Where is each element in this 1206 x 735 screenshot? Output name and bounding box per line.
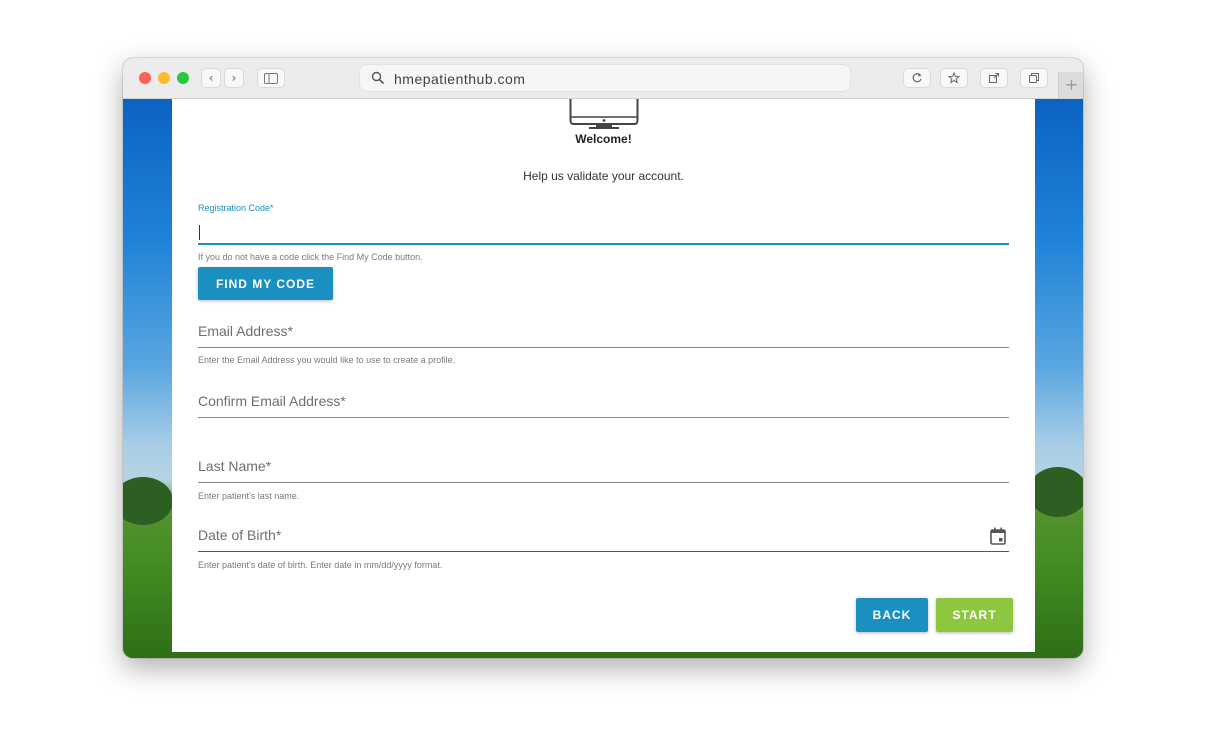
- dob-placeholder: Date of Birth*: [198, 527, 282, 543]
- share-button[interactable]: [980, 68, 1008, 88]
- dob-underline: [198, 551, 1009, 552]
- dob-hint: Enter patient's date of birth. Enter dat…: [198, 560, 443, 570]
- start-button[interactable]: START: [936, 598, 1013, 632]
- confirm-email-underline: [198, 417, 1009, 418]
- welcome-heading: Welcome!: [575, 132, 632, 146]
- bookmark-button[interactable]: [940, 68, 968, 88]
- confirm-email-field[interactable]: Confirm Email Address*: [198, 391, 1009, 421]
- back-nav-button[interactable]: ‹: [201, 68, 221, 88]
- text-cursor: [199, 225, 200, 240]
- search-icon: [371, 71, 385, 85]
- email-underline: [198, 347, 1009, 348]
- minimize-window-button[interactable]: [158, 72, 170, 84]
- email-hint: Enter the Email Address you would like t…: [198, 355, 456, 365]
- background-tree: [123, 477, 173, 525]
- registration-code-field[interactable]: Registration Code*: [198, 203, 1009, 245]
- reload-icon: [912, 73, 922, 83]
- dob-field[interactable]: Date of Birth*: [198, 525, 1009, 555]
- registration-code-underline: [198, 243, 1009, 245]
- new-tab-button[interactable]: +: [1058, 72, 1083, 98]
- browser-toolbar: ‹ › hmepatienthub.com +: [123, 58, 1083, 99]
- back-button[interactable]: BACK: [856, 598, 928, 632]
- last-name-hint: Enter patient's last name.: [198, 491, 300, 501]
- email-field[interactable]: Email Address*: [198, 321, 1009, 351]
- sidebar-icon: [264, 72, 278, 84]
- address-bar[interactable]: hmepatienthub.com: [359, 64, 851, 92]
- star-icon: [948, 72, 960, 84]
- last-name-field[interactable]: Last Name*: [198, 456, 1009, 486]
- page-subtitle: Help us validate your account.: [523, 169, 684, 183]
- forward-nav-button[interactable]: ›: [224, 68, 244, 88]
- zoom-window-button[interactable]: [177, 72, 189, 84]
- last-name-underline: [198, 482, 1009, 483]
- close-window-button[interactable]: [139, 72, 151, 84]
- find-my-code-button[interactable]: FIND MY CODE: [198, 267, 333, 300]
- registration-code-label: Registration Code*: [198, 203, 274, 213]
- reload-button[interactable]: [903, 68, 931, 88]
- tabs-icon: [1029, 73, 1039, 83]
- sidebar-toggle-button[interactable]: [257, 68, 285, 88]
- page-background: Welcome! Help us validate your account. …: [123, 99, 1083, 658]
- registration-code-hint: If you do not have a code click the Find…: [198, 252, 423, 262]
- chevron-left-icon: ‹: [208, 71, 214, 85]
- chevron-right-icon: ›: [231, 71, 237, 85]
- background-tree: [1028, 467, 1083, 517]
- email-placeholder: Email Address*: [198, 323, 293, 339]
- share-icon: [989, 73, 999, 83]
- calendar-icon[interactable]: [990, 527, 1006, 545]
- tabs-overview-button[interactable]: [1020, 68, 1048, 88]
- registration-card: Welcome! Help us validate your account. …: [172, 99, 1035, 652]
- last-name-placeholder: Last Name*: [198, 458, 272, 474]
- url-text: hmepatienthub.com: [394, 71, 526, 87]
- browser-window: ‹ › hmepatienthub.com + Welcome! Help us…: [123, 58, 1083, 658]
- monitor-icon: [569, 99, 639, 129]
- confirm-email-placeholder: Confirm Email Address*: [198, 393, 346, 409]
